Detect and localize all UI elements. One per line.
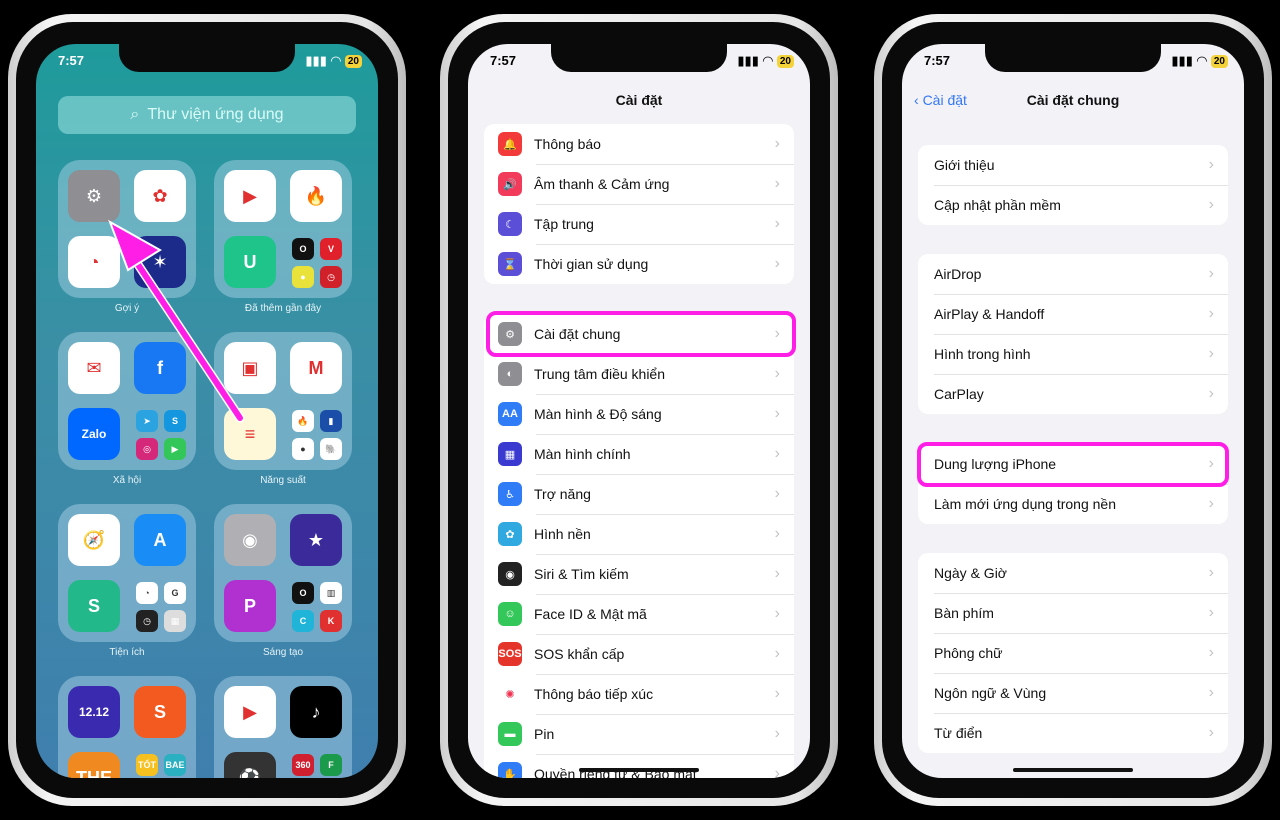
pointer-arrow-head: [108, 219, 162, 272]
pointer-arrow-shaft: [122, 242, 243, 421]
arrow-overlay: [108, 219, 245, 423]
